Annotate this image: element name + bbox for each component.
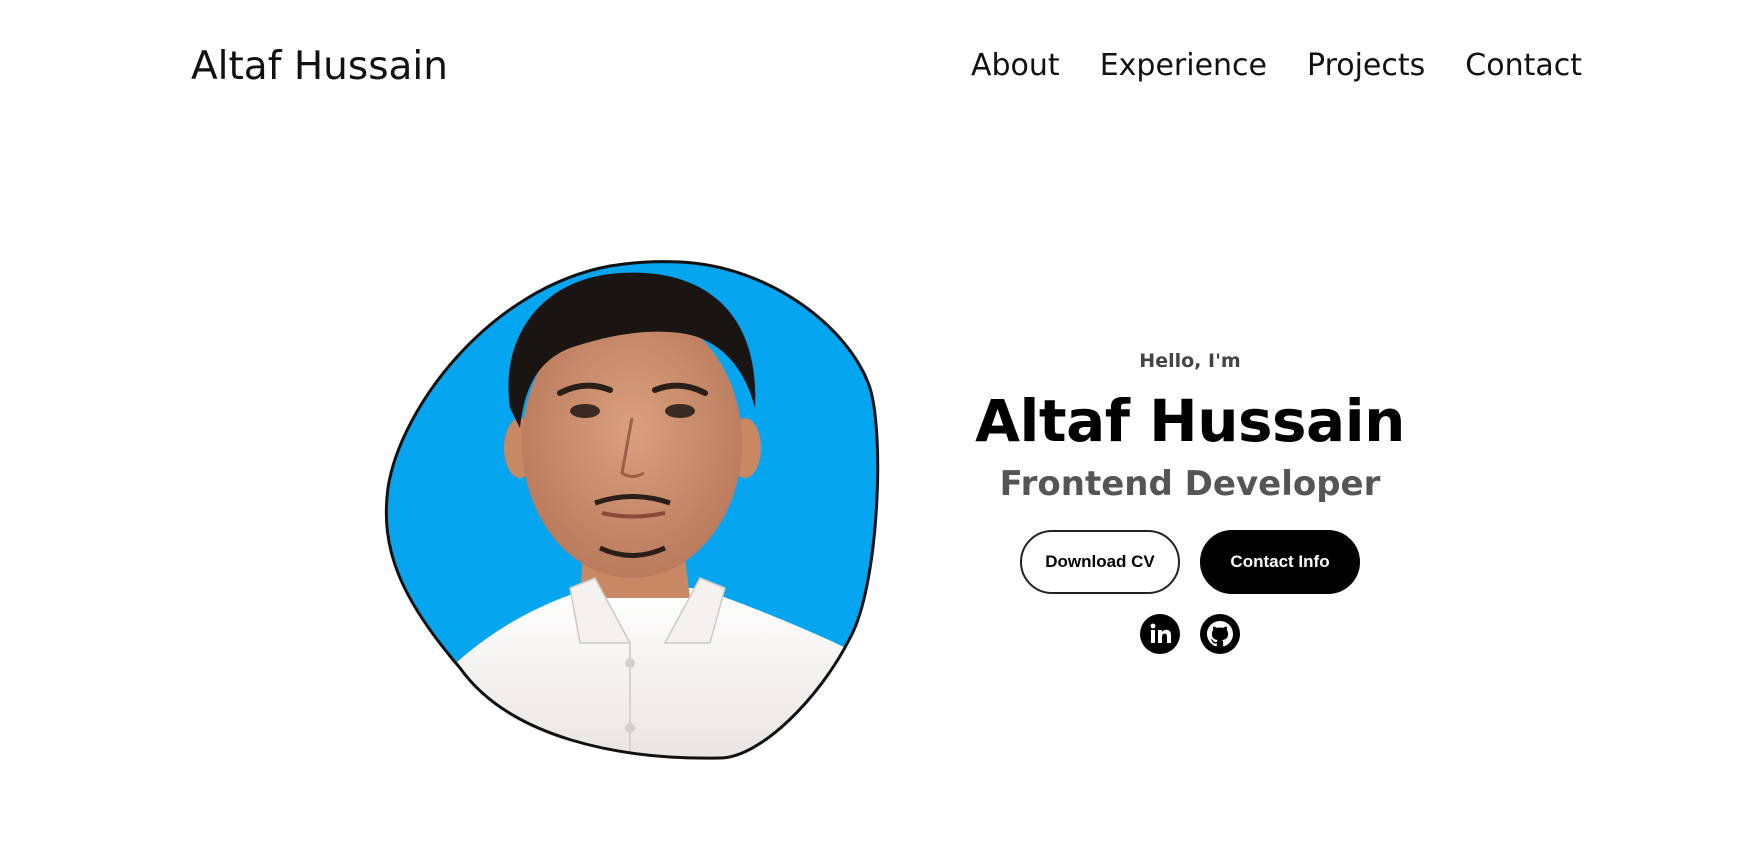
hero-name: Altaf Hussain: [975, 387, 1405, 455]
nav-link-contact[interactable]: Contact: [1465, 48, 1582, 83]
nav-link-projects[interactable]: Projects: [1307, 48, 1425, 83]
greeting-text: Hello, I'm: [1139, 350, 1241, 372]
linkedin-icon[interactable]: [1140, 614, 1180, 654]
nav-link-experience[interactable]: Experience: [1100, 48, 1267, 83]
profile-photo-svg: [384, 260, 880, 760]
hero-section: Hello, I'm Altaf Hussain Frontend Develo…: [940, 350, 1440, 654]
main-nav: About Experience Projects Contact: [971, 48, 1582, 83]
download-cv-button[interactable]: Download CV: [1020, 530, 1180, 594]
nav-link-about[interactable]: About: [971, 48, 1060, 83]
github-icon[interactable]: [1200, 614, 1240, 654]
page: Altaf Hussain About Experience Projects …: [0, 0, 1758, 862]
social-links: [940, 614, 1440, 654]
site-logo[interactable]: Altaf Hussain: [191, 44, 448, 89]
contact-info-button[interactable]: Contact Info: [1200, 530, 1360, 594]
hero-role: Frontend Developer: [999, 464, 1381, 504]
hero-buttons: Download CV Contact Info: [940, 530, 1440, 594]
profile-photo: [380, 258, 886, 762]
